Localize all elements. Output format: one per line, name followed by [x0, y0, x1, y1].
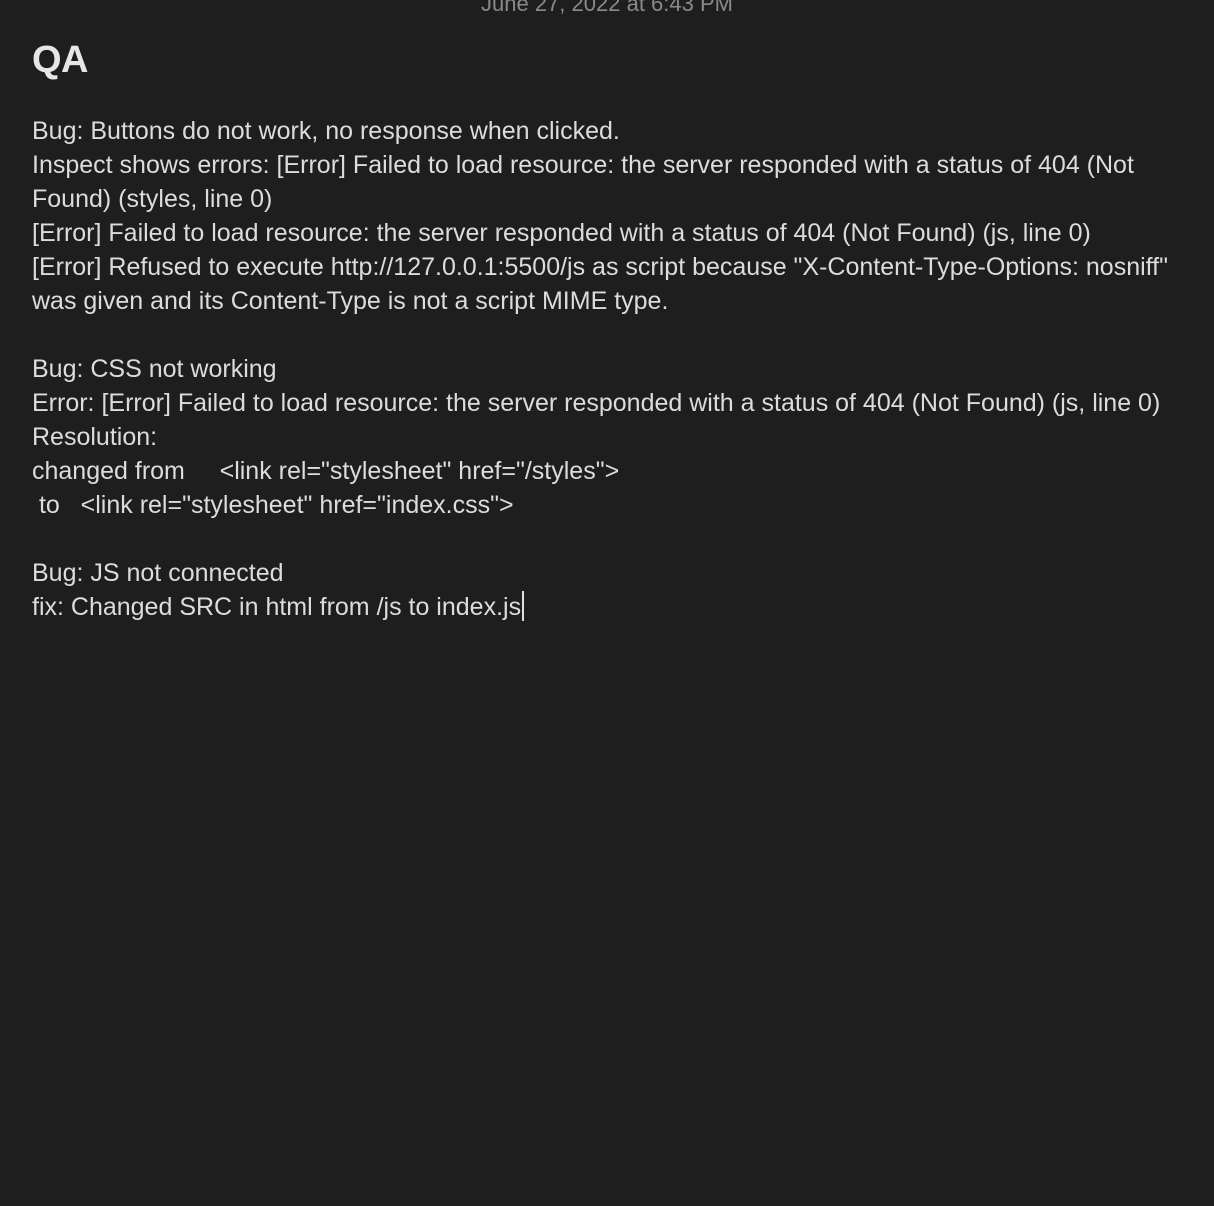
- note-date: June 27, 2022 at 6:43 PM: [481, 0, 733, 16]
- note-editor[interactable]: QA Bug: Buttons do not work, no response…: [32, 36, 1194, 624]
- note-last-line-text[interactable]: fix: Changed SRC in html from /js to ind…: [32, 593, 521, 621]
- note-line-last[interactable]: fix: Changed SRC in html from /js to ind…: [32, 590, 1194, 624]
- text-cursor: [522, 591, 525, 621]
- note-content[interactable]: Bug: Buttons do not work, no response wh…: [32, 114, 1194, 624]
- note-line[interactable]: changed from <link rel="stylesheet" href…: [32, 454, 1194, 488]
- note-blank-line[interactable]: [32, 318, 1194, 352]
- note-line[interactable]: Bug: JS not connected: [32, 556, 1194, 590]
- note-line[interactable]: [Error] Refused to execute http://127.0.…: [32, 250, 1194, 318]
- note-title[interactable]: QA: [32, 36, 1194, 84]
- note-line[interactable]: [Error] Failed to load resource: the ser…: [32, 216, 1194, 250]
- note-line[interactable]: Inspect shows errors: [Error] Failed to …: [32, 148, 1194, 216]
- note-line[interactable]: Resolution:: [32, 420, 1194, 454]
- note-line[interactable]: to <link rel="stylesheet" href="index.cs…: [32, 488, 1194, 522]
- note-line[interactable]: Error: [Error] Failed to load resource: …: [32, 386, 1194, 420]
- note-line[interactable]: Bug: CSS not working: [32, 352, 1194, 386]
- note-blank-line[interactable]: [32, 522, 1194, 556]
- note-line[interactable]: Bug: Buttons do not work, no response wh…: [32, 114, 1194, 148]
